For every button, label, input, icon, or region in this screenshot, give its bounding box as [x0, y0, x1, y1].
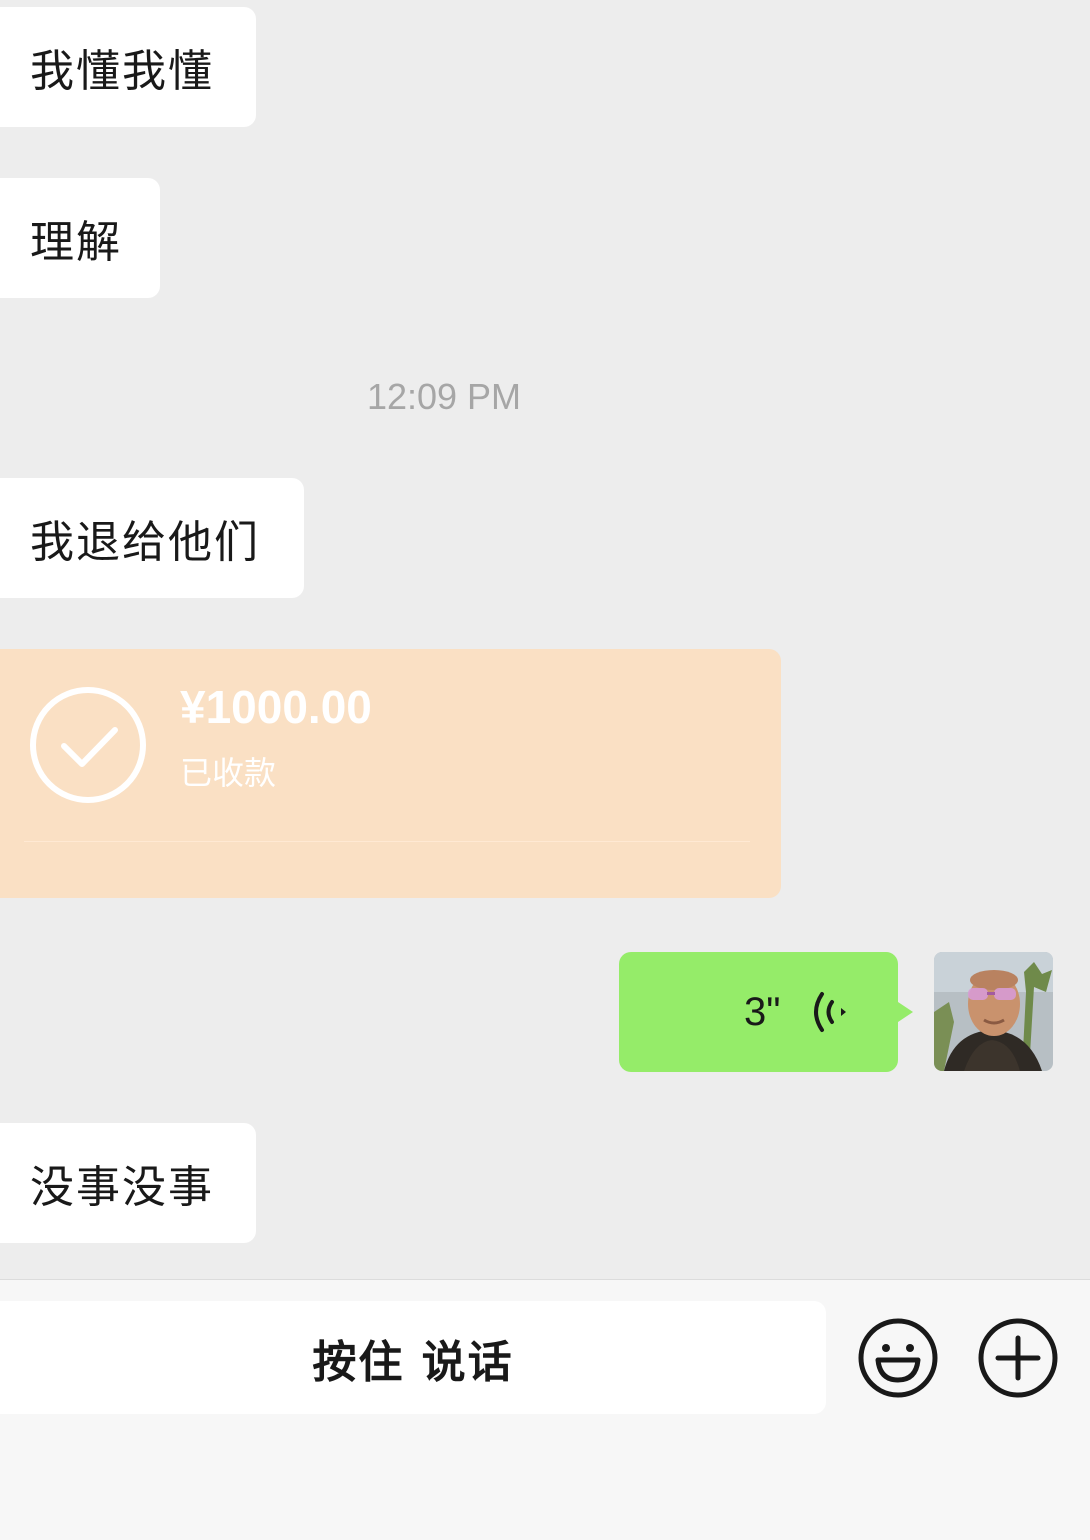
- transfer-amount: ¥1000.00: [180, 681, 372, 733]
- message-bubble[interactable]: 没事没事: [0, 1123, 256, 1243]
- emoji-icon[interactable]: [858, 1318, 938, 1398]
- chat-area[interactable]: 我懂我懂 理解 12:09 PM 我退给他们 ¥1000.00 已收款 3" 没…: [0, 0, 1090, 1280]
- bubble-tail: [895, 1000, 913, 1024]
- transfer-status: 已收款: [180, 754, 277, 792]
- message-text: 我懂我懂: [30, 46, 214, 97]
- voice-duration: 3": [744, 990, 781, 1034]
- message-text: 理解: [30, 217, 122, 268]
- check-circle-icon: [30, 687, 146, 803]
- message-text: 我退给他们: [30, 517, 260, 568]
- message-timestamp: 12:09 PM: [366, 376, 522, 417]
- message-text: 没事没事: [30, 1162, 214, 1213]
- hold-to-talk-button[interactable]: 按住 说话: [0, 1301, 826, 1414]
- transfer-divider: [24, 841, 750, 842]
- plus-circle-icon[interactable]: [978, 1318, 1058, 1398]
- avatar[interactable]: [934, 952, 1053, 1071]
- message-bubble[interactable]: 理解: [0, 178, 160, 298]
- voice-wave-icon: [814, 992, 846, 1032]
- avatar-photo: [934, 952, 1053, 1071]
- message-bubble[interactable]: 我退给他们: [0, 478, 304, 598]
- hold-to-talk-label: 按住 说话: [312, 1336, 514, 1388]
- message-bubble[interactable]: 我懂我懂: [0, 7, 256, 127]
